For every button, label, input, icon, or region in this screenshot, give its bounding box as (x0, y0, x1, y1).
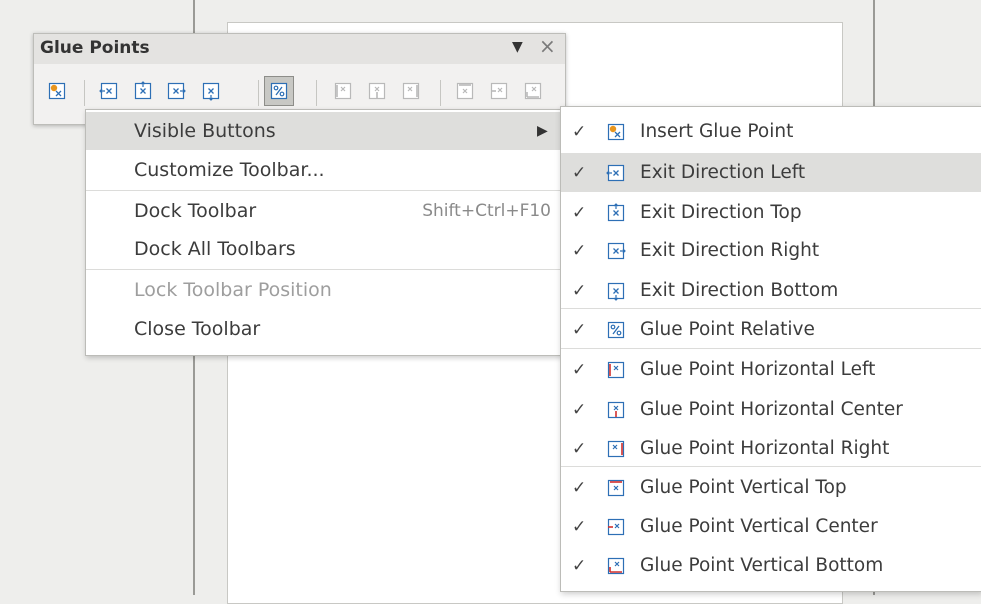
submenu-item-label: Glue Point Vertical Top (640, 477, 847, 498)
submenu-item-insert-glue-point[interactable]: ✓ Insert Glue Point (561, 112, 981, 151)
menu-item-shortcut: Shift+Ctrl+F10 (422, 201, 551, 221)
submenu-arrow-icon: ▶ (537, 123, 548, 139)
insert-glue-point-icon (605, 121, 627, 143)
menu-item-label: Customize Toolbar... (134, 159, 325, 181)
toolbar-separator (84, 80, 85, 106)
exit-direction-left-icon[interactable] (98, 80, 120, 102)
toolbar-context-menu: Visible Buttons ▶ Customize Toolbar... Dock… (85, 109, 562, 356)
submenu-separator (561, 308, 981, 309)
checkmark-icon: ✓ (572, 280, 587, 301)
submenu-separator (561, 466, 981, 467)
submenu-item-exit-direction-top[interactable]: ✓ Exit Direction Top (561, 193, 981, 232)
glue-point-horizontal-left-icon[interactable] (332, 80, 354, 102)
menu-separator (86, 190, 561, 191)
submenu-item-glue-point-horizontal-center[interactable]: ✓ Glue Point Horizontal Center (561, 390, 981, 429)
glue-point-horizontal-left-icon (605, 359, 627, 381)
toolbar-close-icon[interactable]: × (539, 34, 556, 58)
checkmark-icon: ✓ (572, 555, 587, 576)
checkmark-icon: ✓ (572, 240, 587, 261)
submenu-separator (561, 348, 981, 349)
exit-direction-bottom-icon[interactable] (200, 80, 222, 102)
toolbar-separator (258, 80, 259, 106)
checkmark-icon: ✓ (572, 516, 587, 537)
submenu-item-label: Glue Point Horizontal Right (640, 438, 890, 459)
glue-point-vertical-center-icon[interactable] (488, 80, 510, 102)
checkmark-icon: ✓ (572, 121, 587, 142)
submenu-item-label: Glue Point Horizontal Left (640, 359, 876, 380)
checkmark-icon: ✓ (572, 359, 587, 380)
menu-item-label: Dock All Toolbars (134, 238, 296, 260)
toolbar-menu-arrow-icon[interactable]: ▼ (512, 39, 523, 55)
glue-point-horizontal-right-icon[interactable] (400, 80, 422, 102)
toolbar-separator (316, 80, 317, 106)
exit-direction-top-icon[interactable] (132, 80, 154, 102)
glue-point-relative-icon[interactable] (264, 76, 294, 106)
exit-direction-right-icon[interactable] (165, 80, 187, 102)
menu-item-label: Visible Buttons (134, 120, 276, 142)
submenu-item-label: Insert Glue Point (640, 121, 794, 142)
glue-point-horizontal-center-icon[interactable] (366, 80, 388, 102)
submenu-item-glue-point-vertical-center[interactable]: ✓ Glue Point Vertical Center (561, 507, 981, 546)
exit-direction-bottom-icon (605, 280, 627, 302)
exit-direction-right-icon (605, 240, 627, 262)
toolbar-titlebar[interactable]: Glue Points ▼ × (34, 34, 565, 64)
glue-point-relative-icon (605, 319, 627, 341)
submenu-item-label: Exit Direction Right (640, 240, 820, 261)
submenu-item-exit-direction-bottom[interactable]: ✓ Exit Direction Bottom (561, 271, 981, 310)
glue-point-horizontal-center-icon (605, 399, 627, 421)
menu-item-label: Dock Toolbar (134, 200, 257, 222)
menu-separator (86, 269, 561, 270)
menu-item-customize-toolbar[interactable]: Customize Toolbar... (86, 151, 561, 189)
submenu-item-label: Glue Point Vertical Bottom (640, 555, 884, 576)
menu-item-dock-toolbar[interactable]: Dock Toolbar Shift+Ctrl+F10 (86, 192, 561, 230)
menu-item-label: Close Toolbar (134, 318, 261, 340)
glue-point-vertical-bottom-icon (605, 555, 627, 577)
toolbar-separator (440, 80, 441, 106)
menu-item-label: Lock Toolbar Position (134, 279, 332, 301)
toolbar-title: Glue Points (40, 38, 150, 58)
checkmark-icon: ✓ (572, 202, 587, 223)
menu-item-close-toolbar[interactable]: Close Toolbar (86, 310, 561, 348)
insert-glue-point-icon[interactable] (46, 80, 68, 102)
submenu-item-glue-point-horizontal-left[interactable]: ✓ Glue Point Horizontal Left (561, 350, 981, 389)
glue-point-horizontal-right-icon (605, 438, 627, 460)
visible-buttons-submenu: ✓ Insert Glue Point ✓ Exit Direction Left ✓… (560, 106, 981, 592)
menu-item-dock-all-toolbars[interactable]: Dock All Toolbars (86, 230, 561, 268)
submenu-item-label: Exit Direction Top (640, 202, 802, 223)
submenu-item-label: Glue Point Horizontal Center (640, 399, 903, 420)
glue-point-vertical-top-icon[interactable] (454, 80, 476, 102)
menu-item-lock-toolbar-position: Lock Toolbar Position (86, 271, 561, 309)
checkmark-icon: ✓ (572, 319, 587, 340)
submenu-item-label: Glue Point Relative (640, 319, 815, 340)
submenu-item-exit-direction-left[interactable]: ✓ Exit Direction Left (561, 153, 981, 192)
checkmark-icon: ✓ (572, 438, 587, 459)
submenu-item-glue-point-horizontal-right[interactable]: ✓ Glue Point Horizontal Right (561, 429, 981, 468)
submenu-item-label: Exit Direction Bottom (640, 280, 839, 301)
glue-point-vertical-bottom-icon[interactable] (522, 80, 544, 102)
glue-point-vertical-top-icon (605, 477, 627, 499)
submenu-item-label: Glue Point Vertical Center (640, 516, 878, 537)
submenu-item-glue-point-vertical-bottom[interactable]: ✓ Glue Point Vertical Bottom (561, 546, 981, 585)
checkmark-icon: ✓ (572, 399, 587, 420)
checkmark-icon: ✓ (572, 162, 587, 183)
submenu-item-glue-point-relative[interactable]: ✓ Glue Point Relative (561, 310, 981, 349)
menu-item-visible-buttons[interactable]: Visible Buttons ▶ (86, 112, 561, 150)
submenu-item-glue-point-vertical-top[interactable]: ✓ Glue Point Vertical Top (561, 468, 981, 507)
checkmark-icon: ✓ (572, 477, 587, 498)
exit-direction-top-icon (605, 202, 627, 224)
submenu-item-exit-direction-right[interactable]: ✓ Exit Direction Right (561, 231, 981, 270)
submenu-item-label: Exit Direction Left (640, 162, 806, 183)
glue-point-vertical-center-icon (605, 516, 627, 538)
exit-direction-left-icon (605, 162, 627, 184)
